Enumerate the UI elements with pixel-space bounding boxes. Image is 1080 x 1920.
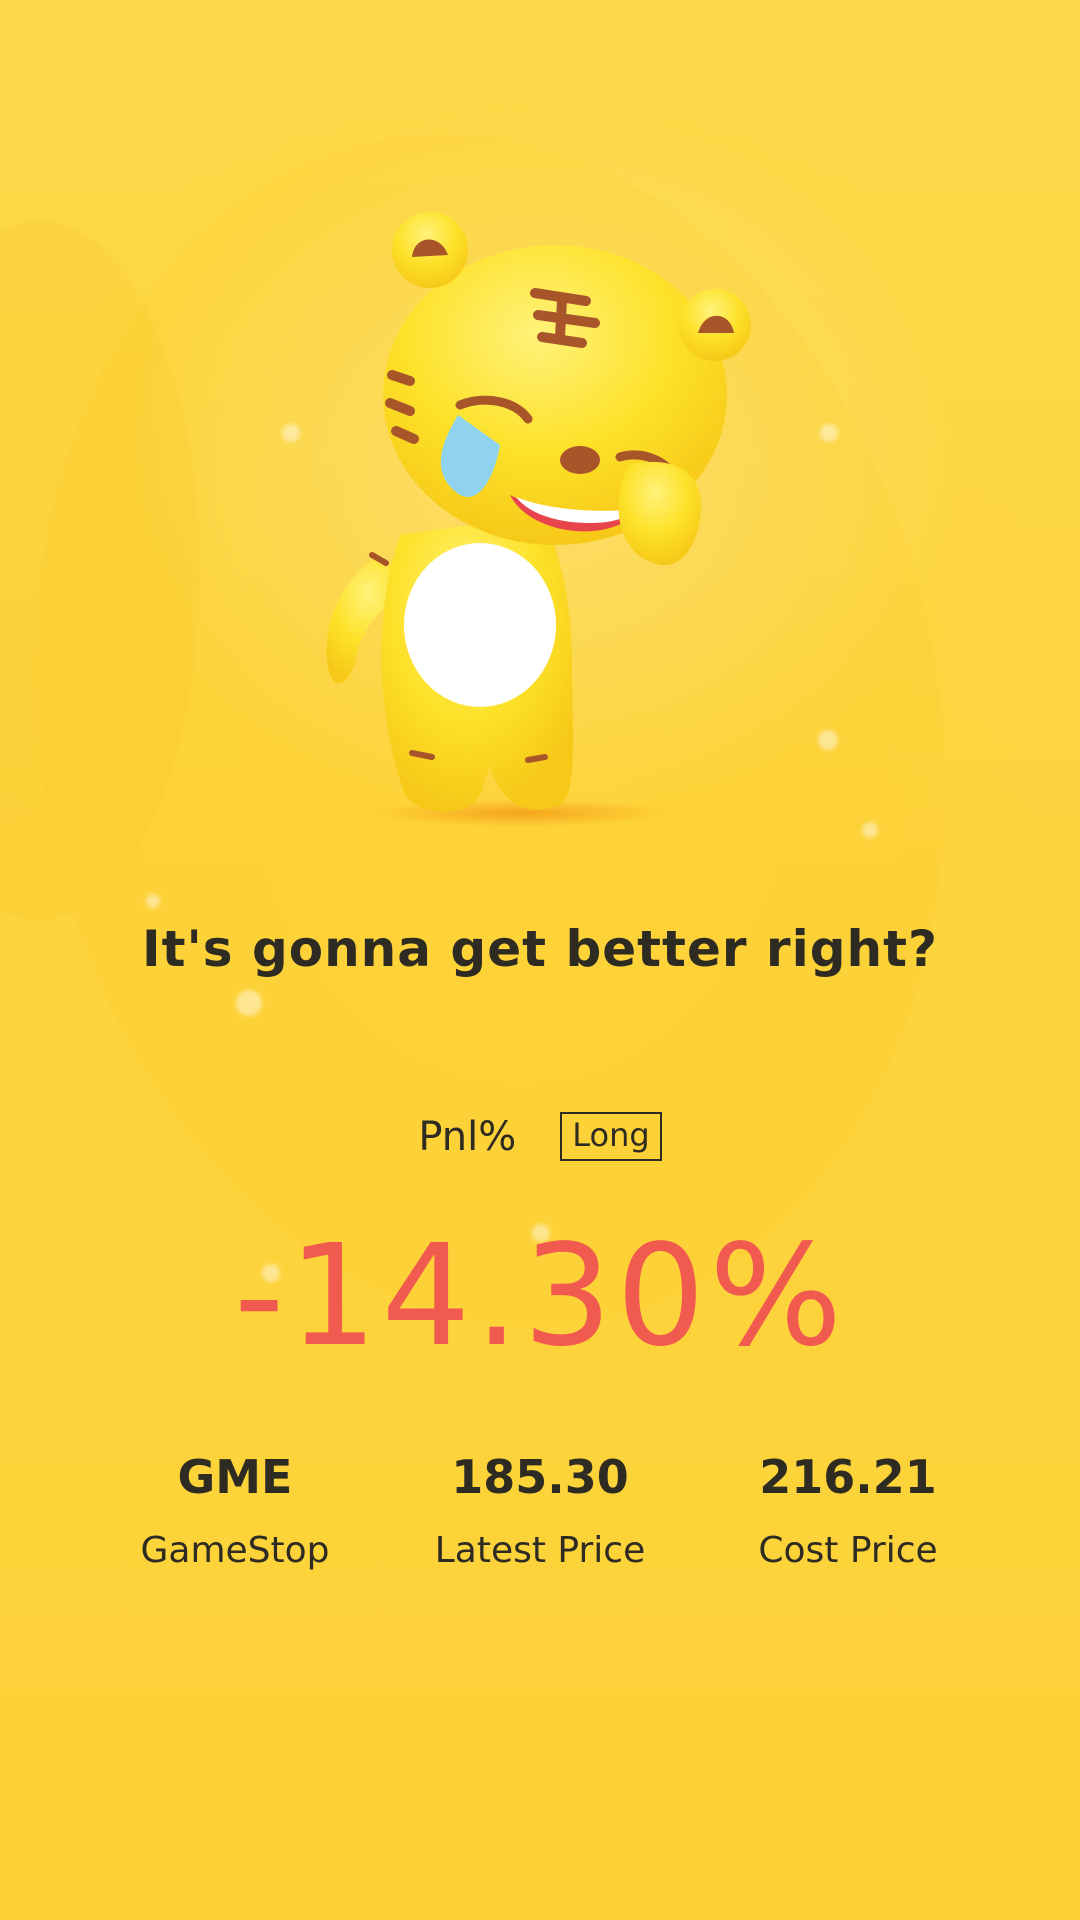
headline: It's gonna get better right? (141, 920, 939, 978)
sparkle (146, 894, 160, 908)
pnl-label: Pnl% (418, 1113, 517, 1160)
position-side-badge: Long (560, 1112, 662, 1162)
latest-price-value: 185.30 (451, 1450, 629, 1504)
stat-ticker: GME GameStop (85, 1450, 385, 1571)
sparkle (236, 990, 262, 1016)
sparkle (818, 730, 838, 750)
sparkle (282, 424, 300, 442)
pnl-percentage: -14.30% (233, 1215, 847, 1378)
sparkle (820, 424, 838, 442)
share-card: It's gonna get better right? Pnl% Long -… (0, 0, 1080, 1920)
cost-price-label: Cost Price (758, 1530, 938, 1571)
latest-price-label: Latest Price (434, 1530, 646, 1571)
stats-row: GME GameStop 185.30 Latest Price 216.21 … (0, 1450, 1080, 1590)
pnl-row: Pnl% Long (0, 1112, 1080, 1162)
sparkle (862, 822, 878, 838)
stat-cost-price: 216.21 Cost Price (698, 1450, 998, 1571)
company-name: GameStop (140, 1530, 330, 1571)
stat-latest-price: 185.30 Latest Price (390, 1450, 690, 1571)
crying-tiger-mascot-icon (326, 212, 751, 827)
background-blob (0, 220, 200, 920)
cost-price-value: 216.21 (759, 1450, 937, 1504)
ticker-symbol: GME (177, 1450, 293, 1504)
